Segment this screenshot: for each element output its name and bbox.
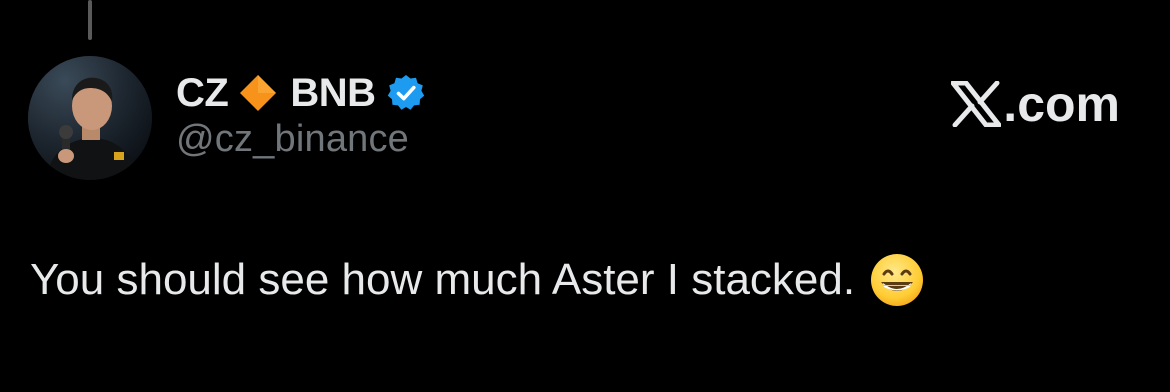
thread-connector-line	[88, 0, 92, 40]
brand-domain-label: .com	[1003, 76, 1120, 132]
grinning-face-emoji-icon	[869, 252, 925, 308]
display-name-suffix[interactable]: BNB	[290, 71, 376, 116]
diamond-icon	[238, 73, 278, 113]
brand-watermark: .com	[951, 74, 1120, 134]
author-handle[interactable]: @cz_binance	[176, 118, 409, 161]
tweet-body: You should see how much Aster I stacked.	[30, 252, 925, 308]
tweet-text: You should see how much Aster I stacked.	[30, 255, 856, 304]
avatar-photo	[28, 56, 152, 180]
avatar[interactable]	[28, 56, 152, 180]
author-name-row[interactable]: CZ BNB	[176, 70, 426, 116]
display-name[interactable]: CZ	[176, 71, 229, 116]
verified-badge-icon[interactable]	[386, 73, 426, 113]
x-logo-icon	[951, 81, 1002, 127]
